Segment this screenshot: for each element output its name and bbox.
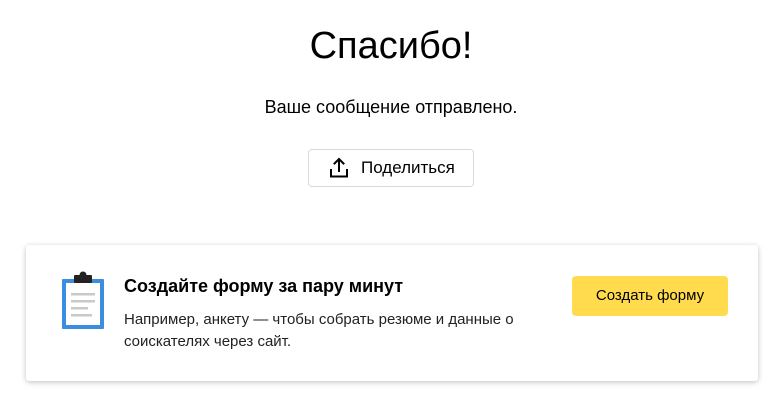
share-upload-icon <box>330 157 348 178</box>
clipboard-form-icon <box>62 271 104 329</box>
promo-description: Например, анкету — чтобы собрать резюме … <box>124 311 514 350</box>
share-button-label: Поделиться <box>361 158 455 177</box>
share-button[interactable]: Поделиться <box>308 149 474 187</box>
create-form-button[interactable]: Создать форму <box>572 276 728 316</box>
create-form-promo-card: Создайте форму за пару минут Например, а… <box>26 245 758 381</box>
promo-title: Создайте форму за пару минут <box>124 276 404 296</box>
confirmation-message: Ваше сообщение отправлено. <box>264 97 518 117</box>
page-title: Спасибо! <box>309 25 473 67</box>
